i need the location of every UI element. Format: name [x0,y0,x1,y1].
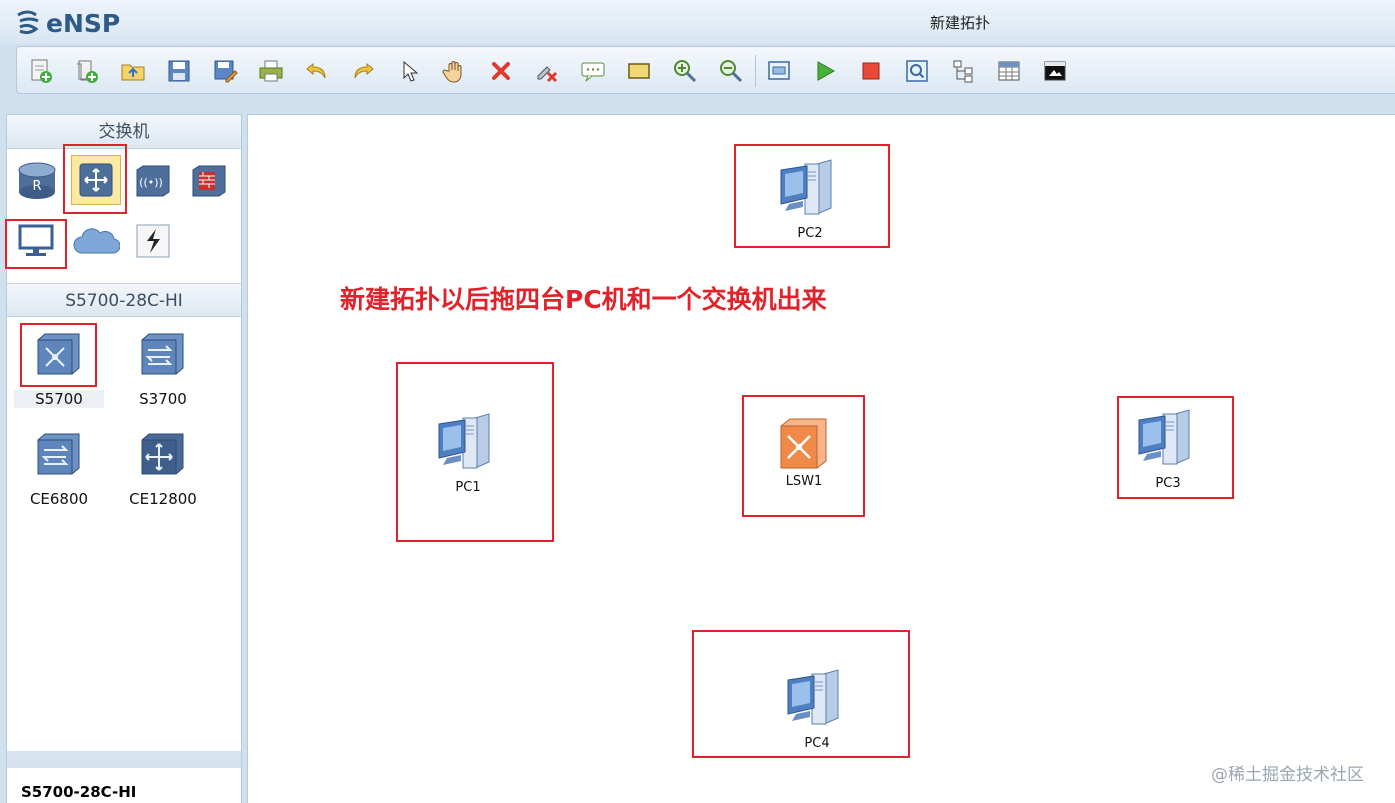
panel-footer-divider [7,751,241,767]
s3700-device-icon[interactable] [135,327,191,381]
undo-icon[interactable] [303,57,331,85]
wlan-category-icon[interactable]: ((•)) [131,159,175,203]
delete-icon[interactable] [487,57,515,85]
zoom-out-icon[interactable] [717,57,745,85]
node-label-pc3: PC3 [1155,476,1181,491]
device-label-ce6800: CE6800 [29,490,89,508]
device-panel: 交换机 R ((•)) S5700-28C-HI S5700 S3700 CE6… [5,114,242,803]
stop-device-icon[interactable] [857,57,885,85]
instruction-annotation: 新建拓扑以后拖四台PC机和一个交换机出来 [340,285,827,314]
open-icon[interactable] [119,57,147,85]
router-category-icon[interactable]: R [13,159,61,203]
device-label-ce12800: CE12800 [129,490,197,508]
new-template-icon[interactable] [73,57,101,85]
cloud-category-icon[interactable] [71,219,121,263]
highlight-pc-category [5,219,67,269]
firewall-category-icon[interactable] [187,159,231,203]
node-label-pc4: PC4 [804,736,830,751]
redo-icon[interactable] [349,57,377,85]
ce6800-device-icon[interactable] [31,427,87,481]
svg-text:R: R [32,179,41,194]
capture-data-icon[interactable] [903,57,931,85]
app-name: eNSP [46,8,121,38]
zoom-in-icon[interactable] [671,57,699,85]
selected-device-name: S5700-28C-HI [21,783,137,801]
node-label-lsw1: LSW1 [785,474,823,489]
select-pointer-icon[interactable] [395,57,423,85]
device-type-header: S5700-28C-HI [7,283,241,317]
device-label-s5700: S5700 [14,390,104,408]
console-icon[interactable] [1041,57,1069,85]
switch-icon [780,418,827,469]
pc-icon [1138,409,1190,465]
node-label-pc1: PC1 [455,480,481,495]
device-config-icon[interactable] [765,57,793,85]
window-title: 新建拓扑 [929,14,990,32]
node-pc3[interactable]: PC3 [1128,408,1208,491]
toolbar [16,46,1395,94]
node-pc4[interactable]: PC4 [777,668,857,751]
link-category-icon[interactable] [131,219,175,263]
app-logo: eNSP [14,8,120,38]
ce12800-device-icon[interactable] [135,427,191,481]
print-icon[interactable] [257,57,285,85]
device-label-s3700: S3700 [139,390,187,408]
node-label-pc2: PC2 [797,226,823,241]
svg-text:((•)): ((•)) [139,176,163,189]
ensp-logo-icon [17,10,39,35]
save-as-icon[interactable] [211,57,239,85]
node-pc1[interactable]: PC1 [428,412,508,495]
highlight-switch-category [63,144,127,214]
start-device-icon[interactable] [811,57,839,85]
save-icon[interactable] [165,57,193,85]
topology-tree-icon[interactable] [949,57,977,85]
pc-icon [787,669,839,725]
node-pc2[interactable]: PC2 [770,158,850,241]
node-lsw1[interactable]: LSW1 [764,416,844,489]
pc-icon [780,159,832,215]
shape-rectangle-icon[interactable] [625,57,653,85]
pc-icon [438,413,490,469]
pan-hand-icon[interactable] [441,57,469,85]
new-topology-icon[interactable] [27,57,55,85]
toolbar-separator [755,55,756,87]
grid-table-icon[interactable] [995,57,1023,85]
highlight-s5700-device [20,323,97,387]
watermark: @稀土掘金技术社区 [1211,765,1364,785]
title-bar: eNSP 新建拓扑 [0,0,1395,44]
delete-link-icon[interactable] [533,57,561,85]
text-label-icon[interactable] [579,57,607,85]
